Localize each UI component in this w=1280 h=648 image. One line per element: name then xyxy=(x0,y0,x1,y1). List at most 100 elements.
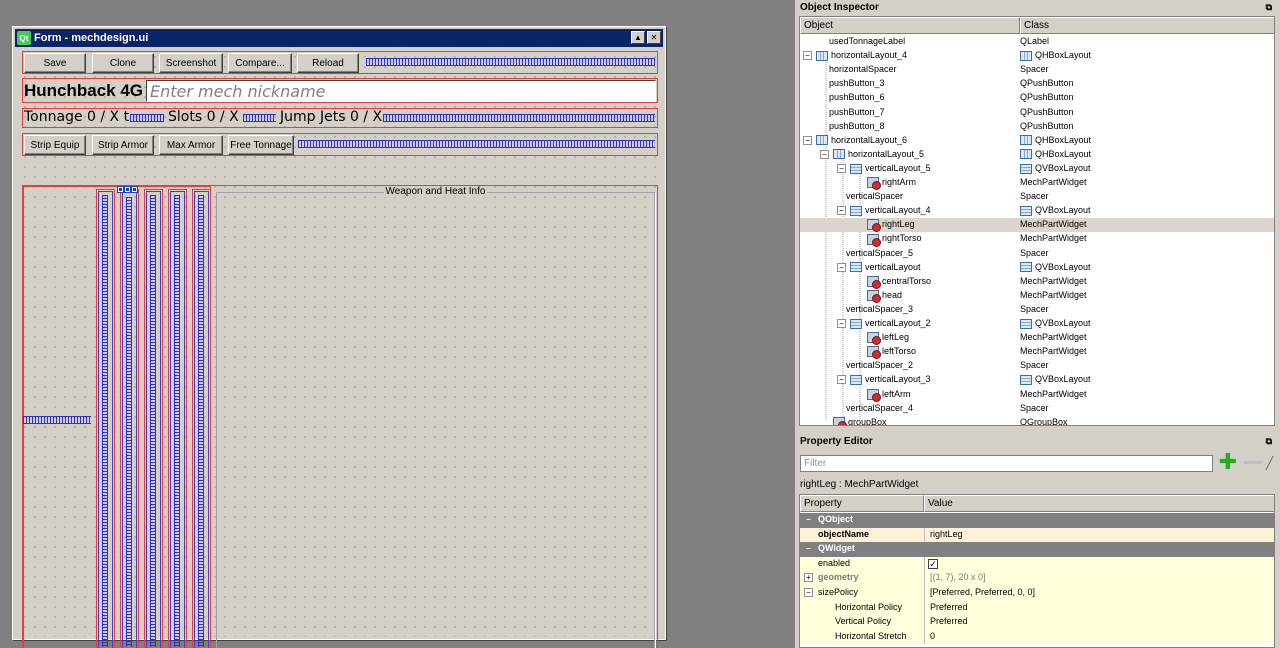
tree-row[interactable]: centralTorso MechPartWidget xyxy=(800,275,1274,289)
tree-row[interactable]: verticalSpacer_2 Spacer xyxy=(800,359,1274,373)
tree-row[interactable]: rightTorso MechPartWidget xyxy=(800,232,1274,247)
collapse-icon[interactable]: − xyxy=(837,206,846,216)
tree-row[interactable]: − verticalLayout_2 QVBoxLayout xyxy=(800,317,1274,331)
float-icon[interactable]: ⧉ xyxy=(1266,436,1272,447)
minimize-icon[interactable]: ▲ xyxy=(631,31,645,44)
close-icon[interactable]: ✕ xyxy=(647,31,661,44)
property-group-row[interactable]: − QObject xyxy=(800,513,1274,528)
column-header-class[interactable]: Class xyxy=(1020,17,1274,34)
collapse-icon[interactable]: − xyxy=(803,51,812,61)
tree-row[interactable]: − verticalLayout_5 QVBoxLayout xyxy=(800,162,1274,176)
selection-handle[interactable] xyxy=(117,186,124,193)
vertical-spacer-4[interactable] xyxy=(198,195,204,647)
tree-row[interactable]: pushButton_6 QPushButton xyxy=(800,91,1274,105)
stats-spacer-1[interactable] xyxy=(130,114,164,122)
selection-handle[interactable] xyxy=(131,186,138,193)
stats-spacer-2[interactable] xyxy=(243,114,276,122)
collapse-icon[interactable]: − xyxy=(804,588,813,597)
collapse-icon[interactable]: − xyxy=(803,135,812,145)
collapse-icon[interactable]: − xyxy=(837,319,846,328)
property-value[interactable]: Preferred xyxy=(930,602,968,612)
nickname-input[interactable]: Enter mech nickname xyxy=(146,80,656,102)
strip-equip-button[interactable]: Strip Equip xyxy=(24,135,86,155)
selection-handle[interactable] xyxy=(124,186,131,193)
property-row[interactable]: objectName rightLeg xyxy=(800,527,1274,543)
property-value[interactable]: 0 xyxy=(930,631,935,641)
max-armor-button[interactable]: Max Armor xyxy=(159,135,223,155)
tree-row[interactable]: pushButton_8 QPushButton xyxy=(800,120,1274,134)
property-row[interactable]: Horizontal Stretch 0 xyxy=(800,629,1274,645)
tree-row[interactable]: usedTonnageLabel QLabel xyxy=(800,35,1274,49)
tree-row[interactable]: pushButton_7 QPushButton xyxy=(800,106,1274,120)
wrench-icon[interactable]: ╱ xyxy=(1266,456,1273,470)
tree-row[interactable]: leftArm MechPartWidget xyxy=(800,388,1274,402)
tree-row[interactable]: leftTorso MechPartWidget xyxy=(800,345,1274,360)
column-header-value[interactable]: Value xyxy=(924,495,1274,512)
property-table[interactable]: Property Value − QObject objectName rightLe… xyxy=(799,494,1275,648)
tree-row-class-label: QHBoxLayout xyxy=(1035,50,1092,61)
tree-row[interactable]: − horizontalLayout_5 QHBoxLayout xyxy=(800,148,1274,162)
tree-row[interactable]: pushButton_3 QPushButton xyxy=(800,77,1274,91)
tree-row[interactable]: leftLeg MechPartWidget xyxy=(800,331,1274,346)
collapse-icon[interactable]: − xyxy=(837,262,846,272)
enabled-checkbox[interactable]: ✓ xyxy=(928,558,938,569)
property-value[interactable]: rightLeg xyxy=(930,529,963,539)
compare-button[interactable]: Compare... xyxy=(228,53,292,73)
expand-icon[interactable]: + xyxy=(804,573,813,583)
property-value[interactable]: [Preferred, Preferred, 0, 0] xyxy=(930,587,1035,597)
collapse-icon[interactable]: − xyxy=(837,163,846,173)
tree-row[interactable]: rightLeg MechPartWidget xyxy=(800,218,1274,233)
property-row[interactable]: − sizePolicy [Preferred, Preferred, 0, 0] xyxy=(800,586,1274,601)
stats-spacer-3[interactable] xyxy=(383,114,655,122)
screenshot-button[interactable]: Screenshot xyxy=(159,53,223,73)
tree-row[interactable]: verticalSpacer_4 Spacer xyxy=(800,402,1274,416)
collapse-icon[interactable]: − xyxy=(837,375,846,385)
tree-row[interactable]: head MechPartWidget xyxy=(800,289,1274,303)
filter-input[interactable]: Filter xyxy=(800,455,1213,472)
save-button[interactable]: Save xyxy=(24,53,86,73)
weapon-heat-groupbox[interactable]: Weapon and Heat Info xyxy=(216,186,655,648)
horizontal-spacer-left[interactable] xyxy=(23,416,91,424)
strip-armor-button[interactable]: Strip Armor xyxy=(92,135,154,155)
collapse-icon[interactable]: − xyxy=(804,515,813,524)
tree-row[interactable]: horizontalSpacer Spacer xyxy=(800,63,1274,77)
property-row[interactable]: Horizontal Policy Preferred xyxy=(800,600,1274,616)
float-icon[interactable]: ⧉ xyxy=(1266,2,1272,13)
horizontal-spacer[interactable] xyxy=(366,58,655,66)
actions-spacer[interactable] xyxy=(298,140,655,148)
collapse-icon[interactable]: − xyxy=(820,149,829,159)
tree-row-label: groupBox xyxy=(848,416,887,426)
tree-row[interactable]: verticalSpacer_5 Spacer xyxy=(800,247,1274,261)
minus-icon[interactable] xyxy=(1244,461,1262,464)
property-value[interactable]: [(1, 7), 20 x 0] xyxy=(930,572,986,582)
property-row[interactable]: Vertical Policy Preferred xyxy=(800,615,1274,630)
column-header-object[interactable]: Object xyxy=(800,17,1020,34)
tree-row[interactable]: verticalSpacer_3 Spacer xyxy=(800,303,1274,317)
vertical-spacer[interactable] xyxy=(102,195,108,647)
tree-row[interactable]: − horizontalLayout_4 QHBoxLayout xyxy=(800,49,1274,63)
property-row[interactable]: enabled ✓ xyxy=(800,556,1274,572)
vertical-spacer-2[interactable] xyxy=(174,195,180,647)
tree-row[interactable]: rightArm MechPartWidget xyxy=(800,176,1274,191)
vertical-spacer-5[interactable] xyxy=(126,197,132,647)
tree-row[interactable]: verticalSpacer Spacer xyxy=(800,190,1274,204)
tree-row[interactable]: − verticalLayout_3 QVBoxLayout xyxy=(800,373,1274,387)
tree-row[interactable]: − verticalLayout QVBoxLayout xyxy=(800,261,1274,275)
object-inspector-tree[interactable]: Object Class usedTonnageLabel QLabel − hori… xyxy=(799,16,1275,426)
reload-button[interactable]: Reload xyxy=(297,53,359,73)
tree-row[interactable]: − verticalLayout_4 QVBoxLayout xyxy=(800,204,1274,218)
clone-button[interactable]: Clone xyxy=(92,53,154,73)
tree-row[interactable]: − horizontalLayout_6 QHBoxLayout xyxy=(800,134,1274,148)
plus-icon[interactable]: ✚ xyxy=(1218,451,1238,473)
tree-row-name: horizontalSpacer xyxy=(829,64,897,74)
property-row[interactable]: + geometry [(1, 7), 20 x 0] xyxy=(800,571,1274,586)
tree-row[interactable]: groupBox QGroupBox xyxy=(800,416,1274,426)
vertical-spacer-3[interactable] xyxy=(150,195,156,647)
property-group-row[interactable]: − QWidget xyxy=(800,542,1274,557)
free-tonnage-button[interactable]: Free Tonnage xyxy=(228,135,294,155)
column-header-property[interactable]: Property xyxy=(800,495,924,512)
collapse-icon[interactable]: − xyxy=(804,544,813,554)
property-value[interactable]: Preferred xyxy=(930,616,968,626)
form-canvas[interactable]: Save Clone Screenshot Compare... Reload … xyxy=(17,49,663,648)
form-title-bar[interactable]: Qt Form - mechdesign.ui ▲ ✕ xyxy=(15,29,663,47)
